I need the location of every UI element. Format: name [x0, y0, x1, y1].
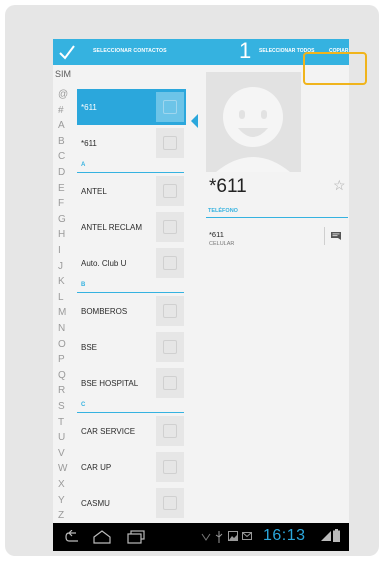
contact-thumbnail: [156, 248, 184, 278]
phone-number[interactable]: *611: [209, 230, 224, 239]
alphabet-index-letter[interactable]: J: [58, 261, 70, 272]
alphabet-index-letter[interactable]: O: [58, 339, 70, 350]
contact-row[interactable]: BSE: [77, 329, 186, 365]
copy-highlight-annotation: [303, 52, 367, 85]
contact-thumbnail: [156, 296, 184, 326]
select-contacts-title: SELECCIONAR CONTACTOS: [93, 48, 167, 54]
contact-name-label: BOMBEROS: [81, 307, 128, 316]
contact-row[interactable]: *611: [77, 125, 186, 161]
check-icon[interactable]: [57, 42, 77, 62]
device-frame: SELECCIONAR CONTACTOS 1 SELECCIONAR TODO…: [5, 5, 379, 556]
contact-thumbnail: [156, 368, 184, 398]
clock: 16:13: [263, 527, 306, 544]
alphabet-index-letter[interactable]: W: [58, 463, 70, 474]
alphabet-index-letter[interactable]: L: [58, 292, 70, 303]
back-icon[interactable]: [65, 530, 81, 544]
usb-icon: [215, 531, 223, 543]
notification-icon: [201, 533, 211, 541]
alphabet-index-letter[interactable]: D: [58, 167, 70, 178]
alphabet-index-letter[interactable]: S: [58, 401, 70, 412]
phone-type: CELULAR: [209, 241, 235, 247]
contact-name-label: CAR UP: [81, 463, 112, 472]
alphabet-index-letter[interactable]: T: [58, 417, 70, 428]
tablet-screen: SELECCIONAR CONTACTOS 1 SELECCIONAR TODO…: [53, 39, 349, 551]
contact-thumbnail: [156, 332, 184, 362]
signal-icon: [321, 531, 331, 541]
contact-thumbnail: [156, 212, 184, 242]
contact-name-label: ANTEL: [81, 187, 107, 196]
contact-row[interactable]: BSE HOSPITAL: [77, 365, 186, 401]
alphabet-index-letter[interactable]: K: [58, 276, 70, 287]
message-icon[interactable]: [331, 232, 341, 240]
alphabet-index-letter[interactable]: @: [58, 89, 70, 100]
contact-row[interactable]: BOMBEROS: [77, 293, 186, 329]
alphabet-index-letter[interactable]: A: [58, 120, 70, 131]
section-header: A: [77, 161, 184, 173]
contact-thumbnail: [156, 92, 184, 122]
contact-row[interactable]: *611: [77, 89, 186, 125]
contact-name: *611: [209, 176, 247, 197]
mail-icon: [242, 532, 252, 540]
selection-arrow: [191, 114, 198, 128]
contact-thumbnail: [156, 452, 184, 482]
section-header-label: A: [81, 162, 86, 168]
avatar-placeholder-icon: [216, 87, 290, 172]
alphabet-index-letter[interactable]: E: [58, 183, 70, 194]
home-icon[interactable]: [93, 530, 111, 544]
section-header-label: C: [81, 402, 86, 408]
alphabet-index-letter[interactable]: B: [58, 136, 70, 147]
system-navigation-bar: 16:13: [53, 523, 349, 551]
contact-thumbnail: [156, 488, 184, 518]
contact-row[interactable]: Auto. Club U: [77, 245, 186, 281]
alphabet-index-letter[interactable]: H: [58, 229, 70, 240]
alphabet-index-letter[interactable]: U: [58, 432, 70, 443]
contact-list[interactable]: *611 *611 A ANTEL ANTEL RECLAM Auto. Club U B B…: [77, 89, 189, 551]
contact-row[interactable]: ANTEL RECLAM: [77, 209, 186, 245]
star-icon[interactable]: ☆: [333, 177, 346, 194]
contact-name-label: CASMU: [81, 499, 110, 508]
alphabet-index-letter[interactable]: V: [58, 448, 70, 459]
contact-thumbnail: [156, 128, 184, 158]
alphabet-index-letter[interactable]: G: [58, 214, 70, 225]
image-icon: [228, 531, 238, 541]
alphabet-index-letter[interactable]: #: [58, 105, 70, 116]
section-header: B: [77, 281, 184, 293]
contact-thumbnail: [156, 416, 184, 446]
alphabet-index-letter[interactable]: N: [58, 323, 70, 334]
alphabet-index-letter[interactable]: F: [58, 198, 70, 209]
selected-count: 1: [239, 39, 252, 63]
alphabet-index-letter[interactable]: C: [58, 151, 70, 162]
contact-row[interactable]: CAR SERVICE: [77, 413, 186, 449]
contact-row[interactable]: CASMU: [77, 485, 186, 521]
contact-name-label: BSE: [81, 343, 98, 352]
alphabet-index-letter[interactable]: I: [58, 245, 70, 256]
battery-icon: [333, 529, 340, 542]
contact-name-label: ANTEL RECLAM: [81, 223, 143, 232]
alphabet-index-letter[interactable]: Q: [58, 370, 70, 381]
recents-icon[interactable]: [127, 530, 145, 544]
contact-row[interactable]: CAR UP: [77, 449, 186, 485]
phone-section-header: TELÉFONO: [208, 208, 238, 214]
contact-photo: [206, 72, 301, 172]
contact-name-label: CAR SERVICE: [81, 427, 136, 436]
contact-row[interactable]: ANTEL: [77, 173, 186, 209]
phone-divider: [206, 217, 348, 218]
alphabet-index-letter[interactable]: M: [58, 307, 70, 318]
contact-name-label: *611: [81, 139, 97, 148]
contact-name-label: BSE HOSPITAL: [81, 379, 139, 388]
contact-thumbnail: [156, 176, 184, 206]
alphabet-index-letter[interactable]: Z: [58, 510, 70, 521]
section-header-label: B: [81, 282, 86, 288]
divider: [324, 227, 325, 245]
alphabet-index-letter[interactable]: R: [58, 385, 70, 396]
alphabet-index-letter[interactable]: X: [58, 479, 70, 490]
alphabet-index-letter[interactable]: Y: [58, 495, 70, 506]
account-label: SIM: [55, 69, 72, 79]
alphabet-index-letter[interactable]: P: [58, 354, 70, 365]
contact-name-label: *611: [81, 103, 97, 112]
section-header: C: [77, 401, 184, 413]
contact-name-label: Auto. Club U: [81, 259, 127, 268]
